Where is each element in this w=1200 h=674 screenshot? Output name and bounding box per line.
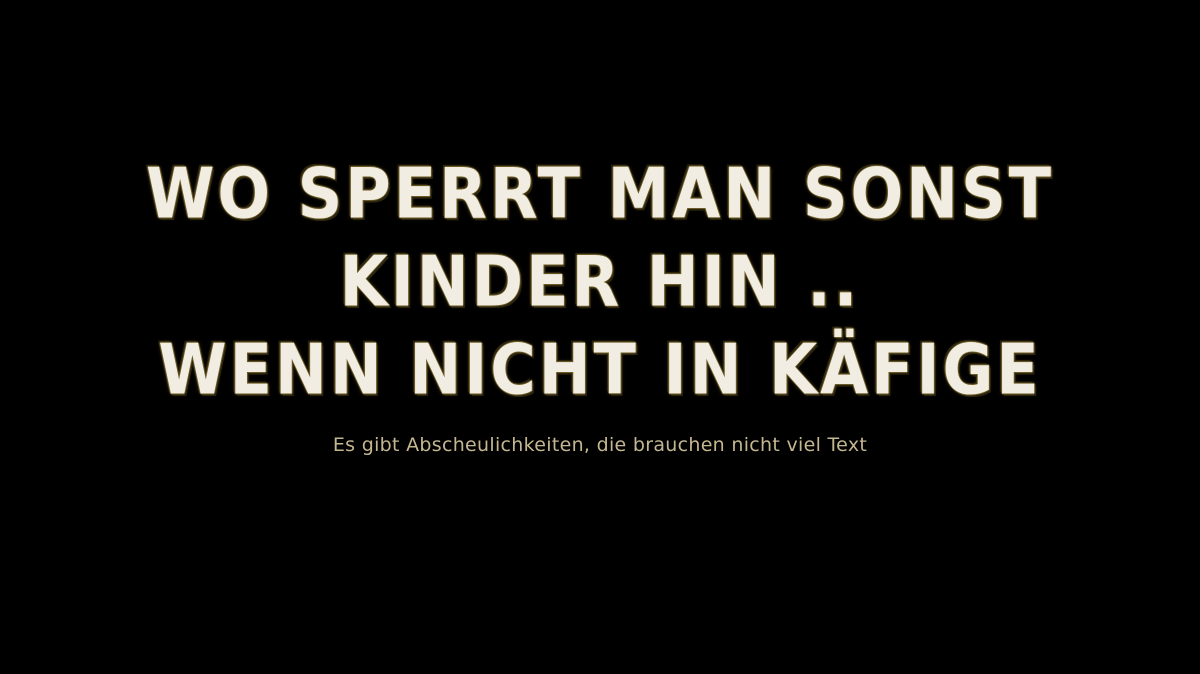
subline: Es gibt Abscheulichkeiten, die brauchen … bbox=[332, 434, 868, 456]
poster-canvas: WO SPERRT MAN SONST KINDER HIN .. WENN N… bbox=[0, 0, 1200, 674]
headline-line-2: KINDER HIN .. bbox=[339, 240, 861, 323]
headline: WO SPERRT MAN SONST KINDER HIN .. WENN N… bbox=[0, 150, 1200, 414]
headline-line-3: WENN NICHT IN KÄFIGE bbox=[158, 328, 1042, 411]
headline-line-1: WO SPERRT MAN SONST bbox=[145, 152, 1055, 235]
